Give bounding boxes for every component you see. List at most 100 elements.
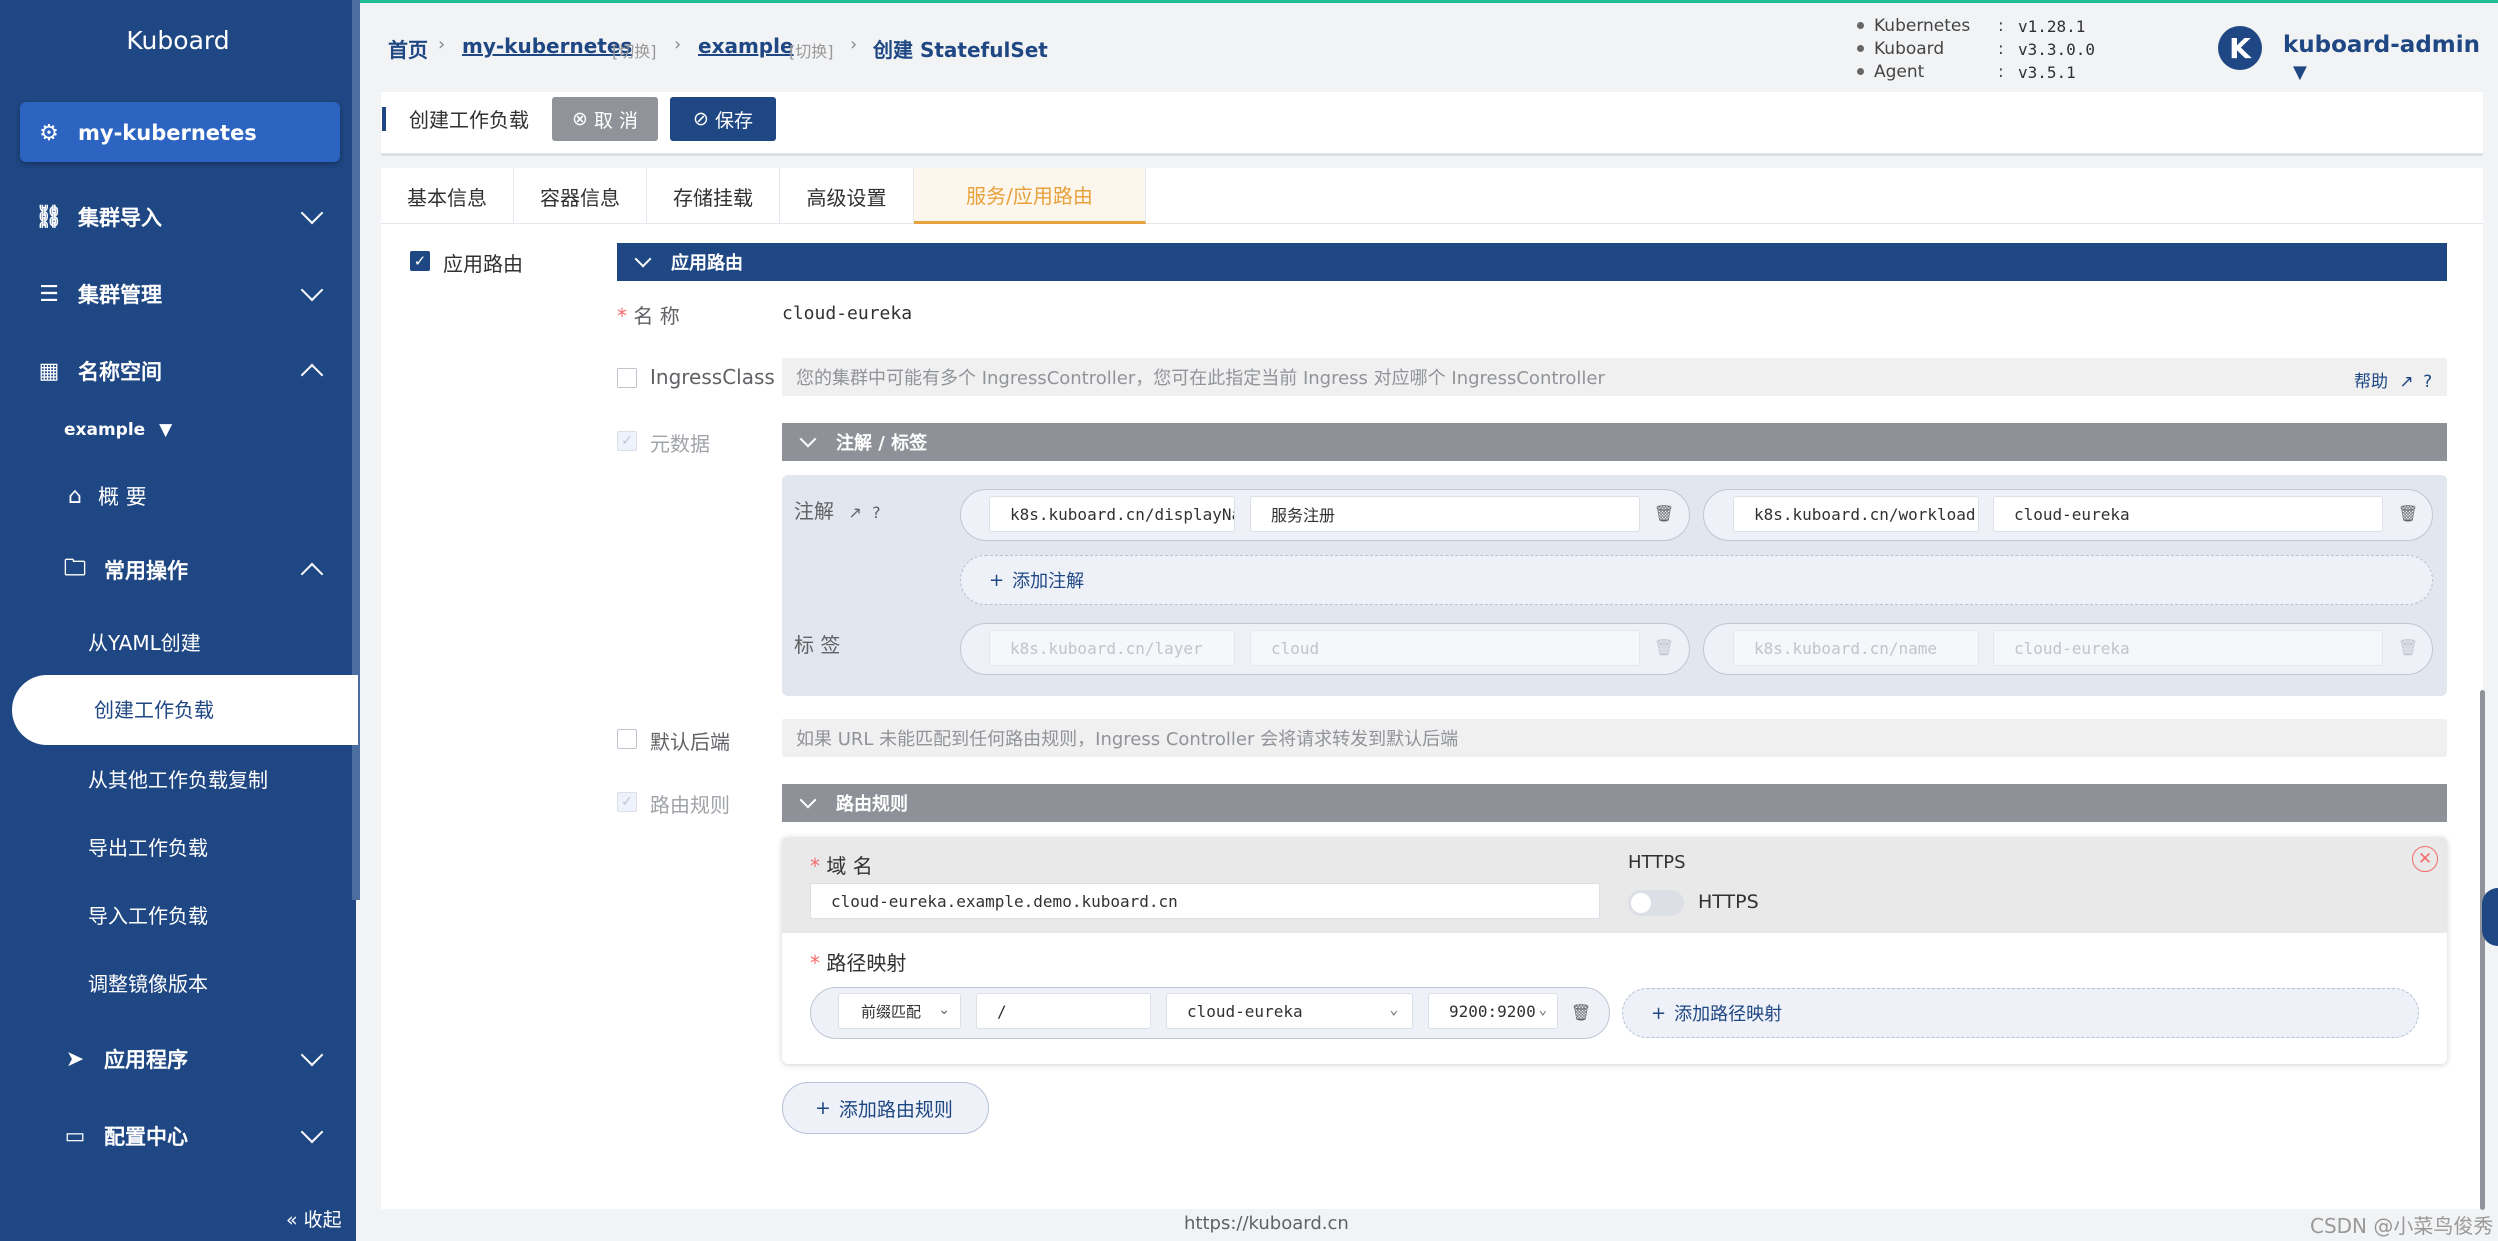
ingress-checkbox[interactable]: ✓	[410, 251, 430, 271]
breadcrumb-namespace[interactable]: example	[698, 34, 794, 58]
path-input[interactable]: /	[976, 993, 1151, 1029]
add-rule-button[interactable]: + 添加路由规则	[782, 1082, 989, 1134]
chevron-down-icon: ⌄	[1534, 1002, 1547, 1018]
host-label: * 域 名	[810, 850, 873, 879]
host-input[interactable]: cloud-eureka.example.demo.kuboard.cn	[810, 883, 1600, 919]
namespace-selector[interactable]: example ▼	[64, 420, 172, 440]
gear-icon: ⚙	[39, 120, 59, 146]
sidebar-item-from-yaml[interactable]: 从YAML创建	[0, 607, 352, 675]
version-colon: :	[1998, 39, 2004, 59]
user-menu[interactable]: kuboard-admin ▼	[2283, 32, 2498, 84]
sidebar-item-export-workload[interactable]: 导出工作负载	[0, 812, 352, 880]
sidebar-item-overview[interactable]: ⌂ 概 要	[0, 462, 356, 530]
default-backend-input[interactable]: 如果 URL 未能匹配到任何路由规则，Ingress Controller 会将…	[782, 719, 2447, 757]
trash-icon[interactable]: 🗑	[1571, 1003, 1591, 1022]
label-key-input: k8s.kuboard.cn/layer	[989, 630, 1235, 666]
https-switch-label: HTTPS	[1698, 891, 1759, 913]
version-colon: :	[1998, 16, 2004, 36]
trash-icon[interactable]: 🗑	[2398, 504, 2418, 523]
rules-section-header[interactable]: 路由规则	[782, 784, 2447, 822]
remove-rule-icon[interactable]: ✕	[2412, 846, 2438, 872]
sidebar-label: 从其他工作负载复制	[88, 767, 268, 792]
path-type-select[interactable]: 前缀匹配 ⌄	[838, 993, 961, 1029]
add-annotation-button[interactable]: + 添加注解	[960, 555, 2433, 605]
sidebar-collapse-button[interactable]: « 收起	[286, 1205, 342, 1232]
annotation-value-input[interactable]: 服务注册	[1250, 496, 1640, 532]
sidebar-item-cluster-import[interactable]: ⛓ 集群导入	[0, 183, 356, 251]
ingressclass-placeholder: 您的集群中可能有多个 IngressController，您可在此指定当前 In…	[796, 368, 1605, 389]
default-backend-checkbox[interactable]	[617, 729, 637, 749]
tab-storage[interactable]: 存储挂载	[647, 168, 780, 224]
server-icon: ☰	[39, 281, 59, 307]
save-button[interactable]: ⊘ 保存	[670, 97, 776, 141]
avatar[interactable]: K	[2218, 26, 2262, 70]
cancel-button[interactable]: ⊗ 取 消	[552, 97, 658, 141]
sidebar-item-common-ops[interactable]: 🗀 常用操作	[0, 536, 356, 604]
send-icon: ➤	[65, 1046, 85, 1072]
chevron-down-icon	[300, 201, 324, 225]
question-icon: ?	[872, 503, 881, 522]
ingressclass-input[interactable]: 您的集群中可能有多个 IngressController，您可在此指定当前 In…	[782, 358, 2447, 396]
ingressclass-label: IngressClass	[650, 365, 775, 389]
add-rule-label: 添加路由规则	[838, 1098, 953, 1121]
annotation-key-input[interactable]: k8s.kuboard.cn/displayName	[989, 496, 1235, 532]
sidebar-item-namespace[interactable]: ▦ 名称空间	[0, 337, 356, 405]
ingressclass-checkbox[interactable]	[617, 368, 637, 388]
sidebar-item-adjust-image[interactable]: 调整镜像版本	[0, 948, 352, 1016]
breadcrumb-switch-cluster[interactable]: [切换]	[612, 38, 657, 62]
check-icon: ✓	[413, 252, 427, 270]
ingress-section-header[interactable]: 应用路由	[617, 243, 2447, 281]
tab-container-info[interactable]: 容器信息	[514, 168, 647, 224]
sidebar-label: 导入工作负载	[88, 903, 208, 928]
question-icon: ?	[2423, 372, 2433, 392]
version-value: v3.3.0.0	[2018, 40, 2096, 59]
sidebar-label: 常用操作	[104, 559, 188, 583]
sidebar-item-config-center[interactable]: ▭ 配置中心	[0, 1102, 356, 1170]
chevron-down-icon: ⌄	[1389, 1002, 1398, 1018]
add-path-mapping-button[interactable]: + 添加路径映射	[1622, 988, 2419, 1038]
chevron-down-icon	[300, 1043, 324, 1067]
sidebar-item-applications[interactable]: ➤ 应用程序	[0, 1025, 356, 1093]
metadata-section-header[interactable]: 注解 / 标签	[782, 423, 2447, 461]
version-value: v3.5.1	[2018, 63, 2076, 82]
sidebar-item-cluster[interactable]: ⚙ my-kubernetes	[0, 99, 356, 167]
chat-icon[interactable]	[2482, 888, 2498, 946]
sidebar-item-copy-workload[interactable]: 从其他工作负载复制	[0, 744, 352, 812]
path-type-value: 前缀匹配	[861, 1002, 922, 1021]
section-title: 应用路由	[671, 253, 743, 274]
toolbar-accent	[382, 107, 386, 131]
port-select[interactable]: 9200:9200 ⌄	[1428, 993, 1558, 1029]
sidebar-item-import-workload[interactable]: 导入工作负载	[0, 880, 352, 948]
folder-icon: 🗀	[63, 556, 86, 581]
name-value: cloud-eureka	[782, 303, 913, 324]
page-title: 创建工作负载	[409, 108, 529, 132]
https-switch[interactable]	[1628, 890, 1684, 916]
section-title: 注解 / 标签	[836, 433, 928, 454]
breadcrumb-home[interactable]: 首页	[388, 34, 428, 63]
cluster-name: my-kubernetes	[78, 121, 257, 145]
annotation-key-input[interactable]: k8s.kuboard.cn/workload	[1733, 496, 1979, 532]
breadcrumb-switch-namespace[interactable]: [切换]	[789, 38, 834, 62]
sidebar-item-cluster-manage[interactable]: ☰ 集群管理	[0, 260, 356, 328]
rules-checkbox: ✓	[617, 792, 637, 812]
close-circle-icon: ⊗	[572, 108, 588, 130]
service-select[interactable]: cloud-eureka ⌄	[1166, 993, 1413, 1029]
caret-down-icon: ▼	[2293, 62, 2307, 83]
sidebar-label: 导出工作负载	[88, 835, 208, 860]
tab-basic-info[interactable]: 基本信息	[381, 168, 514, 224]
default-backend-placeholder: 如果 URL 未能匹配到任何路由规则，Ingress Controller 会将…	[796, 729, 1459, 750]
help-link[interactable]: 帮助 ↗ ?	[2354, 367, 2432, 392]
content-scrollbar[interactable]	[2480, 690, 2485, 1210]
footer-url[interactable]: https://kuboard.cn	[1184, 1213, 1349, 1234]
annotation-value-input[interactable]: cloud-eureka	[1993, 496, 2383, 532]
version-name: Agent	[1874, 62, 1925, 82]
tab-service-ingress[interactable]: 服务/应用路由	[914, 168, 1146, 224]
trash-icon[interactable]: 🗑	[1654, 504, 1674, 523]
breadcrumb-cluster[interactable]: my-kubernetes	[462, 34, 632, 58]
check-icon: ✓	[621, 794, 633, 810]
save-label: 保存	[714, 109, 753, 132]
path-mapping-label: * 路径映射	[810, 947, 906, 976]
tab-advanced[interactable]: 高级设置	[780, 168, 914, 224]
chevron-down-icon	[799, 430, 817, 448]
service-value: cloud-eureka	[1187, 1001, 1303, 1021]
